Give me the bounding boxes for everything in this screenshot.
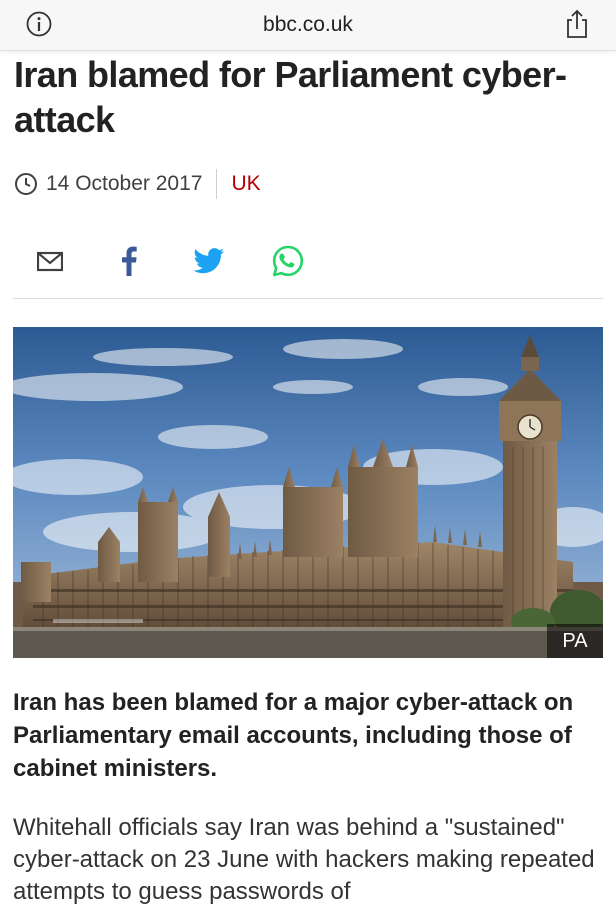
article-title: Iran blamed for Parliament cyber-attack <box>14 54 567 140</box>
email-share-button[interactable] <box>36 244 64 278</box>
image-credit: PA <box>547 624 603 658</box>
article-date: 14 October 2017 <box>46 172 203 195</box>
article-image: PA <box>13 327 603 658</box>
url-display[interactable]: bbc.co.uk <box>0 13 616 37</box>
share-icon[interactable] <box>564 9 590 39</box>
article-meta: 14 October 2017 UK <box>14 168 261 200</box>
facebook-share-button[interactable] <box>116 244 142 278</box>
browser-address-bar: bbc.co.uk <box>0 0 616 51</box>
twitter-share-button[interactable] <box>192 244 226 278</box>
westminster-photo <box>13 327 603 658</box>
meta-divider <box>216 169 218 199</box>
twitter-share-icon <box>193 248 225 274</box>
section-link[interactable]: UK <box>231 172 260 196</box>
divider <box>13 298 603 299</box>
share-tools <box>0 238 616 288</box>
whatsapp-share-button[interactable] <box>270 244 306 278</box>
clock-icon <box>15 173 37 195</box>
facebook-share-icon <box>122 246 137 276</box>
whatsapp-share-icon <box>272 245 304 277</box>
article-lead: Iran has been blamed for a major cyber-a… <box>13 689 574 782</box>
email-share-icon <box>37 251 63 272</box>
article-body-paragraph: Whitehall officials say Iran was behind … <box>13 814 595 905</box>
